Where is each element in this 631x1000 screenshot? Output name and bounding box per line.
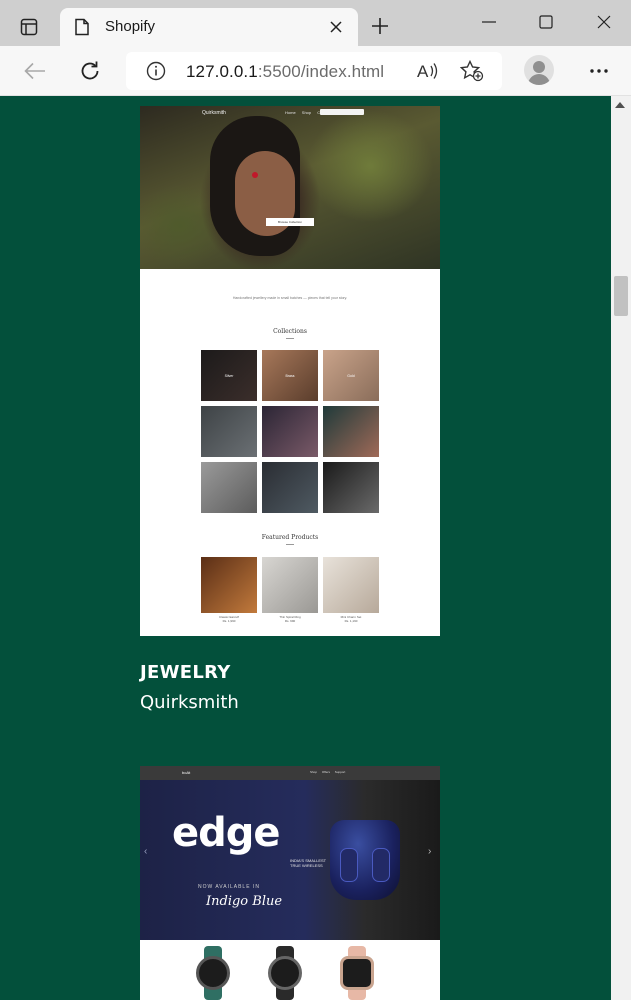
preview-color-name: Indigo Blue — [206, 894, 283, 909]
preview-product-info: Mini Charm Set Rs. 1,190 — [340, 615, 362, 623]
preview-divider — [286, 338, 294, 339]
tab-actions-icon[interactable] — [12, 12, 46, 42]
more-options-icon[interactable] — [584, 56, 614, 86]
preview-collection-tile — [201, 462, 257, 513]
preview-collection-tile — [323, 462, 379, 513]
preview-collection-tile: Silver — [201, 350, 257, 401]
minimize-icon[interactable] — [474, 10, 504, 34]
chevron-right-icon: › — [428, 846, 432, 857]
page-content: Quirksmith Home Shop Catalog Browse Coll… — [0, 96, 611, 1000]
browser-toolbar: 127.0.0.1:5500/index.html A — [0, 46, 631, 96]
page-favicon-icon — [74, 18, 90, 41]
preview-product-info: Classic Earcuff Rs. 1,990 — [219, 615, 239, 623]
maximize-icon[interactable] — [531, 10, 561, 34]
preview-hero-word: edge — [172, 810, 281, 856]
preview-now-available: NOW AVAILABLE IN — [198, 884, 260, 890]
new-tab-icon[interactable] — [368, 14, 392, 38]
tab-title: Shopify — [105, 18, 156, 35]
address-bar[interactable]: 127.0.0.1:5500/index.html A — [126, 52, 502, 90]
preview-intro-text: Handcrafted jewellery made in small batc… — [232, 296, 348, 300]
close-tab-icon[interactable] — [326, 17, 346, 37]
preview-products-row — [201, 557, 379, 613]
watch-image — [192, 946, 234, 1000]
chevron-left-icon: ‹ — [144, 846, 148, 857]
preview-collection-tile — [262, 406, 318, 457]
preview-hero-banner: Quirksmith Home Shop Catalog Browse Coll… — [140, 106, 440, 269]
preview-brand: boAt — [182, 770, 191, 775]
project-name[interactable]: Quirksmith — [140, 692, 239, 713]
preview-product-image — [201, 557, 257, 613]
preview-collection-tile: Gold — [323, 350, 379, 401]
url-path: :5500/index.html — [257, 62, 385, 81]
profile-avatar[interactable] — [524, 55, 554, 85]
preview-cta: Browse Collection — [266, 218, 314, 226]
back-arrow-icon[interactable] — [20, 56, 50, 86]
preview-product-image — [323, 557, 379, 613]
preview-featured-heading: Featured Products — [261, 534, 319, 541]
close-window-icon[interactable] — [589, 10, 619, 34]
preview-collection-tile: Brass — [262, 350, 318, 401]
watch-image — [336, 946, 378, 1000]
project-preview-image[interactable]: Quirksmith Home Shop Catalog Browse Coll… — [140, 106, 440, 636]
read-aloud-icon[interactable]: A — [416, 60, 440, 87]
preview-collections-heading: Collections — [273, 328, 307, 335]
scroll-up-arrow-icon[interactable] — [615, 102, 625, 108]
preview-product-image — [262, 557, 318, 613]
preview-collection-tile — [201, 406, 257, 457]
earbud-image — [372, 848, 390, 882]
earbud-image — [340, 848, 358, 882]
preview-collection-tile — [323, 406, 379, 457]
project-preview-image[interactable]: boAt Shop Offers Support ‹ edge INDIA'S … — [140, 766, 440, 1000]
site-info-icon[interactable] — [146, 61, 166, 86]
scrollbar-thumb[interactable] — [614, 276, 628, 316]
svg-text:A: A — [417, 62, 429, 81]
preview-tagline: INDIA'S SMALLEST TRUE WIRELESS — [290, 858, 327, 868]
project-category: JEWELRY — [140, 662, 231, 683]
preview-collection-tile — [262, 462, 318, 513]
preview-nav-bar: boAt Shop Offers Support — [140, 766, 440, 780]
browser-tab[interactable]: Shopify — [60, 8, 358, 46]
add-favorite-icon[interactable] — [459, 59, 484, 87]
preview-hero-banner: ‹ edge INDIA'S SMALLEST TRUE WIRELESS NO… — [140, 780, 440, 940]
preview-nav-links: Shop Offers Support — [310, 770, 346, 774]
url-text[interactable]: 127.0.0.1:5500/index.html — [186, 62, 384, 82]
vertical-scrollbar[interactable] — [611, 96, 631, 1000]
preview-collections-grid: Silver Brass Gold — [201, 350, 379, 513]
preview-divider — [286, 544, 294, 545]
watch-image — [264, 946, 306, 1000]
browser-tab-bar: Shopify — [0, 0, 631, 46]
url-host: 127.0.0.1 — [186, 62, 258, 81]
preview-search-box — [320, 109, 364, 115]
refresh-icon[interactable] — [75, 56, 105, 86]
preview-product-info: Thin Spiral Ring Rs. 990 — [279, 615, 301, 623]
preview-brand: Quirksmith — [202, 110, 226, 116]
